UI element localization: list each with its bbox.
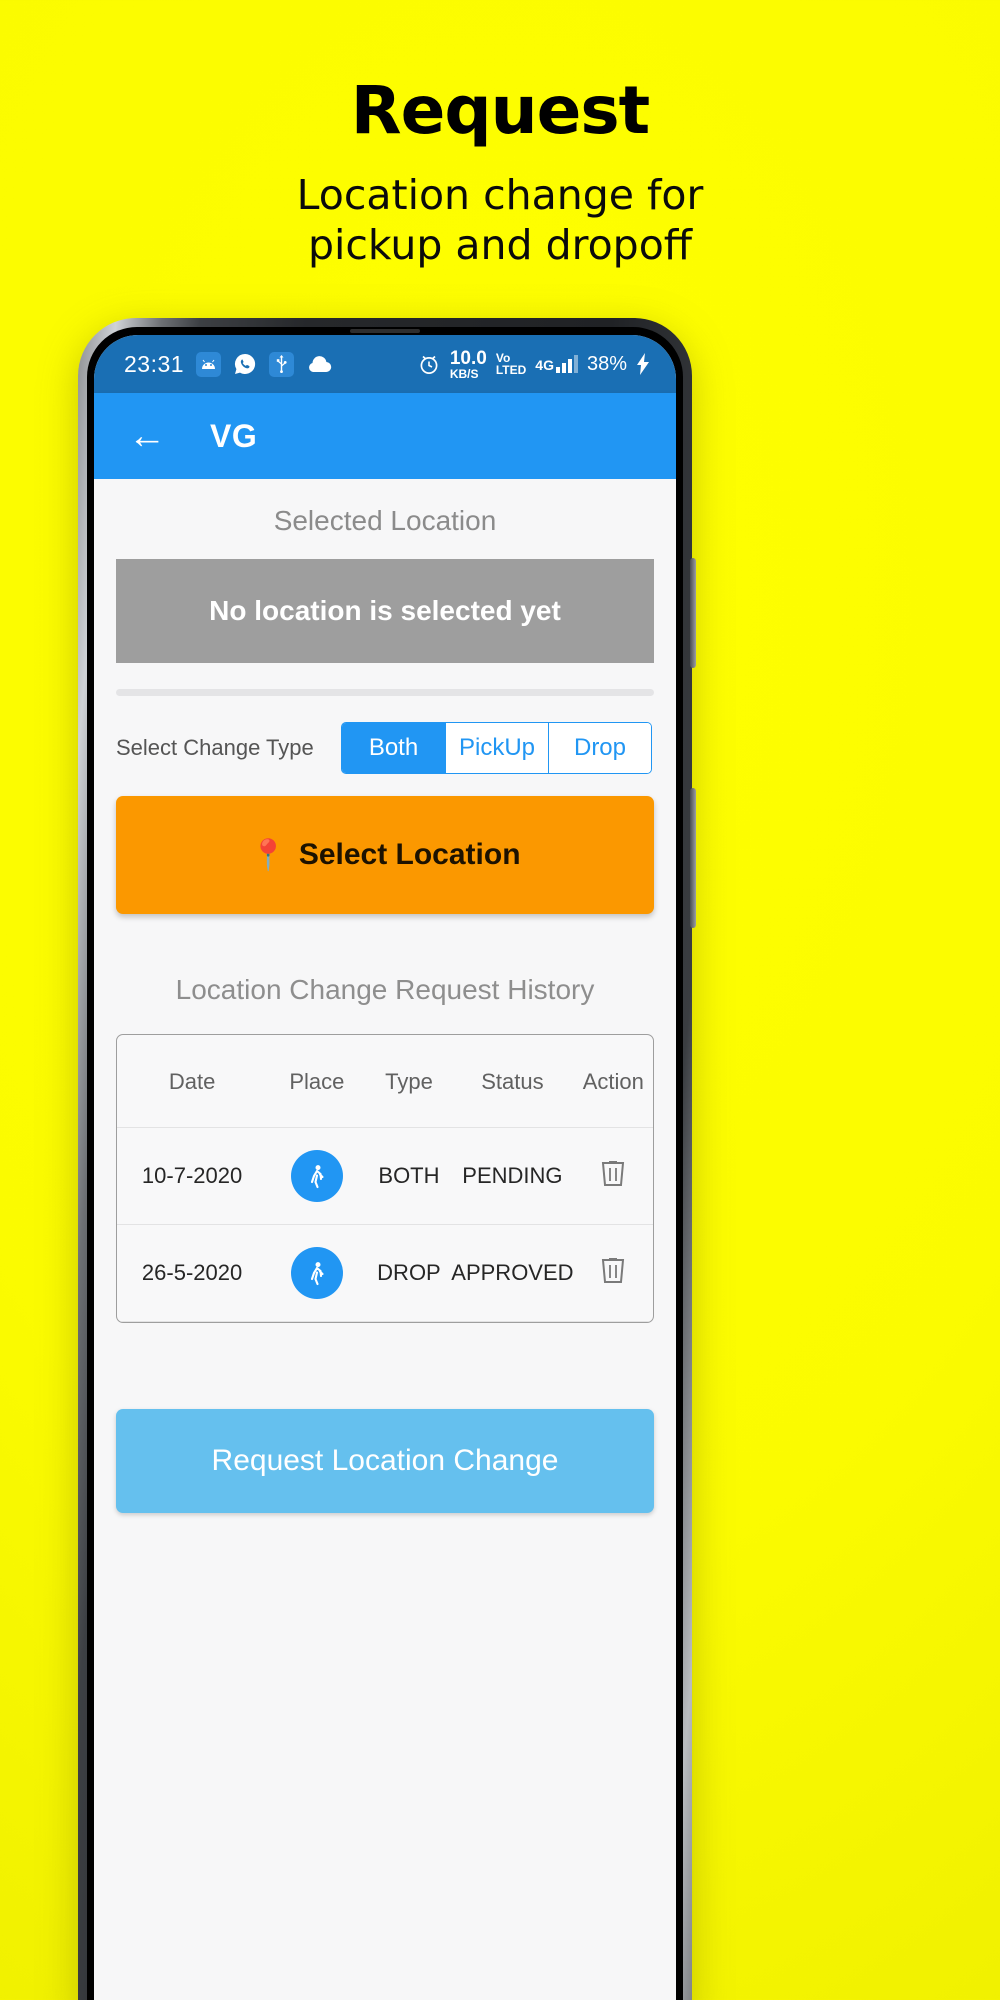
cell-place[interactable] [267,1127,367,1225]
promo-subtitle: Location change for pickup and dropoff [0,170,1000,270]
earpiece-speaker [350,329,420,333]
walking-person-icon [290,1247,343,1299]
app-bar: ← VG [94,393,676,479]
walking-person-icon [290,1150,343,1202]
phone-screen: 23:31 10.0 KB/S Vo LTED 4G 38% ← VG Sele… [94,335,676,2000]
cell-action[interactable] [573,1224,653,1322]
phone-bezel: 23:31 10.0 KB/S Vo LTED 4G 38% ← VG Sele… [87,327,683,2000]
column-header-action: Action [573,1035,653,1128]
page-title: VG [210,417,258,454]
change-type-label: Select Change Type [116,735,314,760]
main-content: Selected Location No location is selecte… [94,479,676,1513]
phone-mockup: 23:31 10.0 KB/S Vo LTED 4G 38% ← VG Sele… [78,318,696,2000]
column-header-status: Status [451,1035,574,1128]
promo-header: Request Location change for pickup and d… [0,0,1000,270]
change-type-option-drop[interactable]: Drop [548,723,651,773]
cell-status: APPROVED [451,1224,574,1322]
promo-subtitle-line-1: Location change for [296,171,704,219]
cell-place[interactable] [267,1224,367,1322]
history-table: Date Place Type Status Action 10-7-2020 [117,1035,653,1322]
divider [116,689,654,696]
cell-action[interactable] [573,1127,653,1225]
selected-location-heading: Selected Location [273,505,497,536]
battery-percentage: 38% [586,352,627,375]
alarm-icon [417,352,441,376]
request-location-change-label: Request Location Change [211,1444,559,1477]
cell-type: BOTH [366,1127,452,1225]
table-row: 26-5-2020 DROP APPROVED [117,1224,653,1322]
selected-location-value: No location is selected yet [116,559,654,663]
back-arrow-icon[interactable]: ← [128,417,168,455]
network-label: 4G [535,357,554,373]
whatsapp-icon [233,352,257,376]
map-pin-icon: 📍 [249,838,287,872]
trash-icon[interactable] [600,1258,626,1291]
change-type-option-both[interactable]: Both [342,723,445,773]
column-header-date: Date [117,1035,268,1128]
status-bar-right: 10.0 KB/S Vo LTED 4G 38% [417,349,650,380]
change-type-segmented-control[interactable]: Both PickUp Drop [341,722,652,774]
request-location-change-button[interactable]: Request Location Change [116,1409,654,1513]
table-row: 10-7-2020 BOTH PENDING [117,1127,653,1225]
cell-type: DROP [366,1224,452,1322]
select-location-button-label: Select Location [298,838,521,871]
bolt-icon [636,353,650,375]
power-button[interactable] [690,788,696,928]
change-type-row: Select Change Type Both PickUp Drop [94,696,676,774]
clock-label: 23:31 [124,350,185,377]
status-bar-left: 23:31 [124,351,332,378]
cell-date: 10-7-2020 [117,1127,268,1225]
data-rate-unit: KB/S [449,366,479,381]
data-rate-value: 10.0 [449,347,487,369]
promo-subtitle-line-2: pickup and dropoff [307,221,693,270]
history-table-card: Date Place Type Status Action 10-7-2020 [116,1034,654,1323]
cell-date: 26-5-2020 [117,1224,268,1322]
usb-icon [269,351,295,377]
promo-title: Request [350,72,650,149]
data-rate-indicator: 10.0 KB/S [450,349,487,380]
trash-icon[interactable] [600,1161,626,1194]
history-heading: Location Change Request History [175,974,595,1005]
status-bar: 23:31 10.0 KB/S Vo LTED 4G 38% [94,335,676,393]
column-header-place: Place [267,1035,367,1128]
signal-bars-icon [555,355,578,373]
volume-button[interactable] [690,558,696,668]
change-type-option-pickup[interactable]: PickUp [445,723,548,773]
cell-status: PENDING [451,1127,574,1225]
select-location-button[interactable]: 📍 Select Location [116,796,654,914]
network-indicator: 4G [535,355,578,373]
android-icon [196,351,222,377]
volte-line-2: LTED [495,363,527,377]
volte-icon: Vo LTED [496,352,526,376]
cloud-icon [306,355,332,373]
table-header-row: Date Place Type Status Action [117,1035,653,1128]
column-header-type: Type [366,1035,452,1128]
